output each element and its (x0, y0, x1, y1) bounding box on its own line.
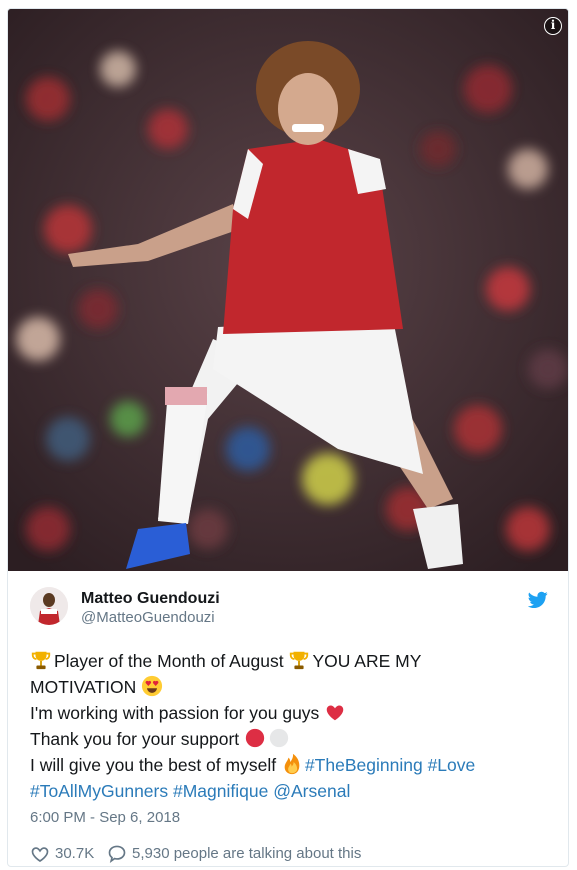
tweet-line-5: I will give you the best of myself #TheB… (30, 752, 550, 778)
author-handle[interactable]: @MatteoGuendouzi (81, 608, 220, 627)
reply-bubble-icon (108, 845, 126, 863)
tweet-text-segment: I will give you the best of myself (30, 755, 281, 775)
red-circle-icon (245, 728, 265, 748)
tweet-text-segment: MOTIVATION (30, 677, 142, 697)
heart-icon (31, 847, 49, 862)
tweet-text-segment: Player of the Month of August (54, 651, 289, 671)
like-button[interactable]: 30.7K (30, 843, 110, 865)
trophy-icon (290, 651, 309, 670)
tweet-photo[interactable]: i (8, 9, 568, 571)
twitter-bird-icon[interactable] (528, 591, 548, 609)
talking-count: 5,930 people are talking about this (132, 845, 362, 862)
hashtag-love-link[interactable]: #Love (428, 755, 476, 775)
tweet-line-1: Player of the Month of August YOU ARE MY (30, 648, 550, 674)
heart-eyes-icon (142, 675, 163, 697)
tweet-line-3: I'm working with passion for you guys (30, 700, 550, 726)
tweet-body: Matteo Guendouzi @MatteoGuendouzi Player… (8, 571, 568, 866)
like-count: 30.7K (55, 845, 95, 862)
conversation-button[interactable]: 5,930 people are talking about this (107, 843, 387, 865)
tweet-line-2: MOTIVATION (30, 674, 550, 700)
tweet-text-segment: I'm working with passion for you guys (30, 703, 325, 723)
player-photo-illustration (8, 9, 568, 571)
tweet-line-6: #ToAllMyGunners #Magnifique @Arsenal (30, 778, 550, 804)
tweet-author[interactable]: Matteo Guendouzi @MatteoGuendouzi (30, 587, 550, 627)
hashtag-thebeginning-link[interactable]: #TheBeginning (305, 755, 423, 775)
red-heart-icon (326, 705, 344, 721)
hashtag-toallmygunners-link[interactable]: #ToAllMyGunners (30, 781, 168, 801)
embedded-tweet-card[interactable]: i Matteo Guendouzi @MatteoGuendouzi Play… (7, 8, 569, 867)
author-name[interactable]: Matteo Guendouzi (81, 589, 220, 608)
hashtag-magnifique-link[interactable]: #Magnifique (173, 781, 268, 801)
mention-arsenal-link[interactable]: @Arsenal (273, 781, 350, 801)
fire-icon (284, 753, 300, 775)
tweet-timestamp[interactable]: 6:00 PM - Sep 6, 2018 (30, 809, 180, 826)
trophy-icon (31, 651, 51, 670)
tweet-text-segment: Thank you for your support (30, 729, 244, 749)
tweet-line-4: Thank you for your support (30, 726, 550, 752)
tweet-text: Player of the Month of August YOU ARE MY… (30, 648, 550, 804)
white-circle-icon (269, 728, 289, 748)
avatar[interactable] (30, 587, 68, 625)
info-icon[interactable]: i (544, 17, 562, 35)
tweet-text-segment: YOU ARE MY (312, 651, 422, 671)
